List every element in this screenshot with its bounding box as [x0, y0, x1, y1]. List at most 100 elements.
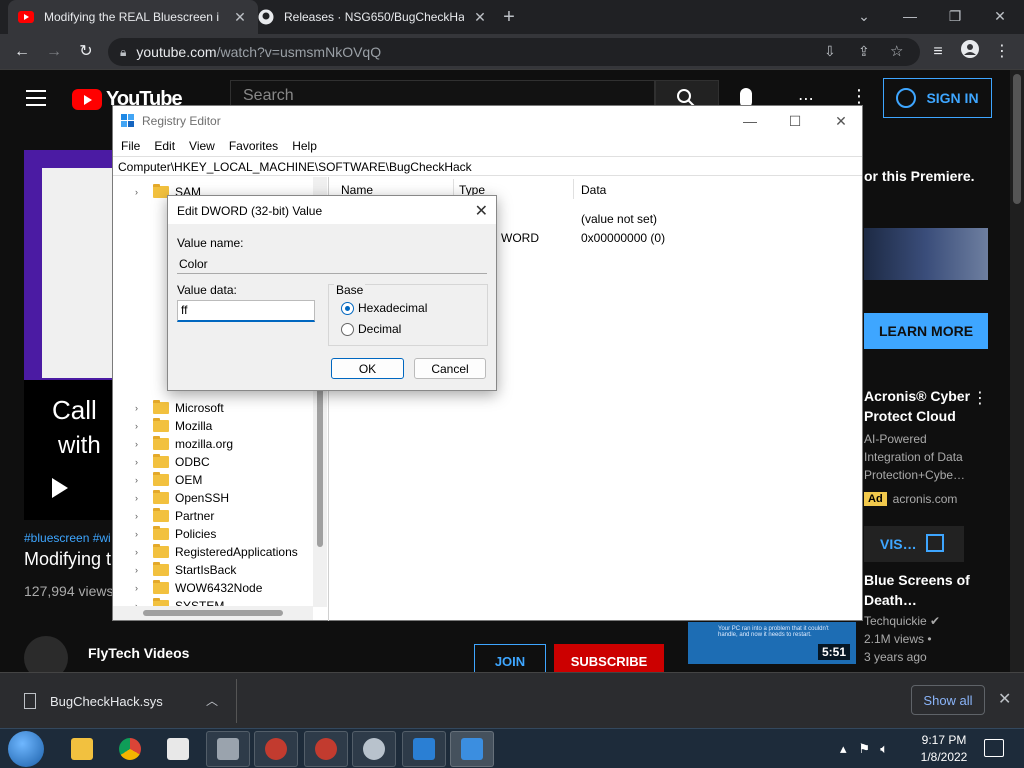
tree-item[interactable]: › mozilla.org [135, 435, 233, 453]
show-all-button[interactable]: Show all [911, 685, 985, 715]
taskbar-explorer[interactable] [60, 731, 104, 767]
chevron-right-icon[interactable]: › [135, 511, 145, 521]
sign-in-button[interactable]: SIGN IN [883, 78, 992, 118]
maximize-button[interactable]: ☐ [775, 110, 815, 132]
value-data-input[interactable]: ff [177, 300, 315, 322]
taskbar-regedit[interactable] [450, 731, 494, 767]
page-scrollbar[interactable] [1010, 70, 1024, 672]
close-icon[interactable]: ✕ [998, 689, 1011, 709]
notifications-icon[interactable] [984, 739, 1004, 757]
taskbar-chrome[interactable] [108, 731, 152, 767]
media-control-icon[interactable]: ≡ [926, 40, 950, 64]
tab-github[interactable]: Releases · NSG650/BugCheckHac ✕ [248, 0, 498, 34]
dialog-titlebar[interactable]: Edit DWORD (32-bit) Value ✕ [168, 196, 496, 224]
ok-button[interactable]: OK [331, 358, 404, 379]
chevron-right-icon[interactable]: › [135, 547, 145, 557]
menu-view[interactable]: View [189, 139, 215, 153]
bookmark-star-icon[interactable]: ☆ [890, 42, 903, 60]
chevron-right-icon[interactable]: › [135, 421, 145, 431]
ad-options-icon[interactable]: ⋮ [972, 388, 988, 408]
chevron-down-icon[interactable]: ⌄ [844, 4, 884, 28]
tree-item[interactable]: › Policies [135, 525, 216, 543]
volume-icon[interactable]: 🔈︎ [880, 741, 888, 757]
close-tab-icon[interactable]: ✕ [232, 9, 248, 26]
chevron-right-icon[interactable]: › [135, 439, 145, 449]
visit-site-button[interactable]: VIS… [864, 526, 964, 562]
folder-icon [153, 418, 169, 432]
tree-item[interactable]: › OEM [135, 471, 202, 489]
chevron-up-icon[interactable]: ︿ [206, 692, 218, 709]
menu-help[interactable]: Help [292, 139, 317, 153]
action-center-icon[interactable]: ⚑ [859, 741, 871, 757]
play-icon[interactable] [52, 478, 68, 498]
chevron-right-icon[interactable]: › [135, 529, 145, 539]
menu-edit[interactable]: Edit [154, 139, 175, 153]
tree-item[interactable]: › Microsoft [135, 399, 224, 417]
restore-button[interactable]: ❐ [935, 4, 975, 28]
tree-item[interactable]: › Partner [135, 507, 214, 525]
tab-youtube[interactable]: Modifying the REAL Bluescreen i ✕ [8, 0, 258, 34]
scrollbar-thumb[interactable] [1013, 74, 1021, 204]
taskbar-clock[interactable]: 9:17 PM 1/8/2022 [912, 732, 976, 766]
close-window-button[interactable]: ✕ [821, 110, 861, 132]
taskbar-app-2[interactable] [254, 731, 298, 767]
close-window-button[interactable]: ✕ [980, 4, 1020, 28]
taskbar-app-1[interactable] [206, 731, 250, 767]
scrollbar-thumb[interactable] [143, 610, 283, 616]
learn-more-button[interactable]: LEARN MORE [864, 313, 988, 349]
minimize-button[interactable]: — [730, 110, 770, 132]
new-tab-button[interactable]: + [498, 6, 520, 28]
chevron-right-icon[interactable]: › [135, 583, 145, 593]
menu-file[interactable]: File [121, 139, 140, 153]
start-button[interactable] [8, 731, 44, 767]
cancel-button[interactable]: Cancel [414, 358, 486, 379]
tree-horizontal-scrollbar[interactable] [113, 606, 313, 620]
video-hashtags[interactable]: #bluescreen #wi [24, 531, 111, 545]
tree-item[interactable]: › ODBC [135, 453, 210, 471]
tree-item[interactable]: › RegisteredApplications [135, 543, 298, 561]
regedit-titlebar[interactable]: Registry Editor — ☐ ✕ [113, 106, 862, 136]
chevron-right-icon[interactable]: › [135, 187, 145, 197]
taskbar-settings[interactable] [352, 731, 396, 767]
back-button[interactable]: ← [10, 40, 34, 64]
close-tab-icon[interactable]: ✕ [472, 9, 488, 26]
chevron-up-icon[interactable]: ▴ [840, 741, 847, 757]
ad-image[interactable] [864, 228, 988, 280]
install-icon[interactable]: ⇩ [824, 43, 836, 60]
decimal-radio[interactable]: Decimal [341, 322, 401, 336]
chevron-right-icon[interactable]: › [135, 403, 145, 413]
tree-item[interactable]: › Mozilla [135, 417, 212, 435]
recommended-video-thumbnail[interactable]: Your PC ran into a problem that it could… [688, 622, 856, 664]
tree-item[interactable]: › StartIsBack [135, 561, 236, 579]
channel-name[interactable]: FlyTech Videos [88, 645, 189, 661]
regedit-address-bar[interactable]: Computer\HKEY_LOCAL_MACHINE\SOFTWARE\Bug… [113, 156, 862, 176]
ad-title[interactable]: Acronis® Cyber Protect Cloud [864, 386, 974, 426]
taskbar-app-3[interactable] [304, 731, 348, 767]
chevron-right-icon[interactable]: › [135, 493, 145, 503]
tree-item-label: OpenSSH [175, 491, 230, 505]
chevron-right-icon[interactable]: › [135, 457, 145, 467]
chevron-right-icon[interactable]: › [135, 565, 145, 575]
column-header-data[interactable]: Data [581, 183, 606, 197]
profile-icon[interactable] [958, 40, 982, 64]
menu-favorites[interactable]: Favorites [229, 139, 278, 153]
share-icon[interactable]: ⇪ [858, 43, 870, 60]
address-bar[interactable]: 🔒︎ youtube.com/watch?v=usmsmNkOVqQ ⇩ ⇪ ☆ [108, 38, 920, 66]
reload-button[interactable]: ↻ [74, 40, 98, 64]
hamburger-menu-icon[interactable] [26, 90, 46, 106]
tree-item[interactable]: › OpenSSH [135, 489, 229, 507]
menu-kebab-icon[interactable]: ⋮ [990, 40, 1014, 64]
minimize-button[interactable]: — [890, 4, 930, 28]
hexadecimal-radio[interactable]: Hexadecimal [341, 301, 427, 315]
download-item[interactable]: BugCheckHack.sys ︿ [16, 683, 236, 719]
recommended-video-title[interactable]: Blue Screens of Death… [864, 570, 974, 610]
tree-item-label: Microsoft [175, 401, 224, 415]
close-icon[interactable]: ✕ [475, 201, 488, 221]
forward-button[interactable]: → [42, 40, 66, 64]
chevron-right-icon[interactable]: › [135, 475, 145, 485]
taskbar-app-4[interactable] [402, 731, 446, 767]
video-player[interactable]: Call with [24, 150, 114, 520]
taskbar-store[interactable] [156, 731, 200, 767]
tree-item[interactable]: › WOW6432Node [135, 579, 262, 597]
settings-kebab-icon[interactable]: ⋮ [850, 86, 868, 107]
